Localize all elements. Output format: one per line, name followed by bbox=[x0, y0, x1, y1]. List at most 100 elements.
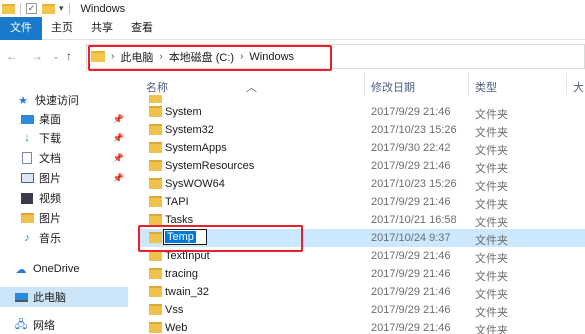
file-type: 文件夹 bbox=[475, 199, 508, 211]
new-folder-icon[interactable] bbox=[42, 3, 55, 14]
address-bar[interactable]: › 此电脑 › 本地磁盘 (C:) › Windows bbox=[86, 44, 585, 69]
up-arrow-icon[interactable]: ↑ bbox=[66, 49, 72, 63]
file-type: 文件夹 bbox=[475, 127, 508, 139]
folder-icon bbox=[149, 322, 162, 333]
list-item[interactable]: TextInput 2017/9/29 21:46 文件夹 bbox=[138, 247, 585, 265]
sidebar-item-label: 此电脑 bbox=[33, 292, 66, 304]
list-item[interactable]: Vss 2017/9/29 21:46 文件夹 bbox=[138, 301, 585, 319]
folder-icon bbox=[2, 3, 15, 14]
pin-icon[interactable]: 📌 bbox=[113, 114, 124, 125]
tab-file[interactable]: 文件 bbox=[0, 16, 42, 40]
file-type: 文件夹 bbox=[475, 271, 508, 283]
list-item[interactable]: SystemResources 2017/9/29 21:46 文件夹 bbox=[138, 157, 585, 175]
folder-icon bbox=[91, 51, 105, 62]
forward-arrow-icon[interactable]: → bbox=[31, 49, 43, 63]
title-bar: ✓ ▾ Windows bbox=[0, 0, 585, 17]
sidebar-item-this-pc[interactable]: 此电脑 bbox=[0, 287, 128, 307]
file-date: 2017/9/29 21:46 bbox=[371, 268, 451, 280]
list-item[interactable]: System 2017/9/29 21:46 文件夹 bbox=[138, 103, 585, 121]
divider bbox=[20, 2, 21, 15]
list-item[interactable]: SysWOW64 2017/10/23 15:26 文件夹 bbox=[138, 175, 585, 193]
sidebar-item-label: OneDrive bbox=[33, 263, 80, 275]
column-header-size[interactable]: 大 bbox=[573, 79, 584, 95]
list-item[interactable]: Web 2017/9/29 21:46 文件夹 bbox=[138, 319, 585, 334]
file-name: SystemApps bbox=[165, 142, 227, 154]
sidebar-item-label: 图片 bbox=[39, 213, 61, 225]
column-header-date[interactable]: 修改日期 bbox=[371, 79, 415, 95]
chevron-right-icon[interactable]: › bbox=[240, 51, 243, 62]
file-date: 2017/9/29 21:46 bbox=[371, 250, 451, 262]
file-name: Tasks bbox=[165, 214, 194, 226]
pin-icon[interactable]: 📌 bbox=[113, 173, 124, 184]
folder-icon bbox=[149, 250, 162, 261]
file-name: SystemResources bbox=[165, 160, 255, 172]
file-type: 文件夹 bbox=[475, 325, 508, 334]
folder-icon bbox=[149, 95, 162, 103]
file-name: System32 bbox=[165, 124, 214, 136]
list-item[interactable]: tracing 2017/9/29 21:46 文件夹 bbox=[138, 265, 585, 283]
file-type: 文件夹 bbox=[475, 163, 508, 175]
quick-access-dropdown-icon[interactable]: ▾ bbox=[59, 3, 64, 14]
video-icon bbox=[20, 192, 34, 204]
network-icon: 🖧 bbox=[14, 318, 28, 331]
list-item[interactable]: System32 2017/10/23 15:26 文件夹 bbox=[138, 121, 585, 139]
sidebar-item-network[interactable]: 🖧 网络 bbox=[14, 315, 152, 334]
folder-icon bbox=[149, 124, 162, 135]
chevron-right-icon[interactable]: › bbox=[159, 51, 162, 62]
sidebar-item-label: 音乐 bbox=[39, 233, 61, 245]
pin-icon[interactable]: 📌 bbox=[113, 133, 124, 144]
tab-view[interactable]: 查看 bbox=[122, 17, 162, 40]
recent-locations-icon[interactable]: ⌄ bbox=[52, 51, 60, 62]
star-icon: ★ bbox=[18, 94, 28, 107]
rename-input-selected-text[interactable]: Temp bbox=[165, 231, 196, 243]
pin-icon[interactable]: 📌 bbox=[113, 153, 124, 164]
column-headers: ︿ 名称 修改日期 类型 大 bbox=[138, 73, 585, 95]
folder-icon bbox=[149, 142, 162, 153]
tab-share[interactable]: 共享 bbox=[82, 17, 122, 40]
chevron-right-icon[interactable]: › bbox=[111, 51, 114, 62]
file-type: 文件夹 bbox=[475, 217, 508, 229]
file-name: TAPI bbox=[165, 196, 189, 208]
file-date: 2017/9/29 21:46 bbox=[371, 106, 451, 118]
file-date: 2017/10/24 9:37 bbox=[371, 232, 451, 244]
breadcrumb-windows[interactable]: Windows bbox=[249, 51, 294, 63]
rename-input[interactable]: Temp bbox=[163, 229, 207, 245]
column-divider[interactable] bbox=[566, 73, 567, 95]
desktop-icon bbox=[20, 113, 34, 125]
list-item[interactable]: SystemApps 2017/9/30 22:42 文件夹 bbox=[138, 139, 585, 157]
navigation-pane: ★ 快速访问 桌面 📌 ↓ 下载 📌 文档 📌 图片 📌 视频 图片 ♪ 音乐 … bbox=[0, 73, 138, 334]
properties-checkbox-icon[interactable]: ✓ bbox=[26, 3, 37, 14]
file-date: 2017/9/29 21:46 bbox=[371, 160, 451, 172]
download-icon: ↓ bbox=[24, 132, 30, 144]
column-divider[interactable] bbox=[364, 73, 365, 95]
sidebar-item-label: 网络 bbox=[33, 320, 55, 332]
sidebar-item-onedrive[interactable]: ☁ OneDrive bbox=[14, 259, 152, 279]
tab-home[interactable]: 主页 bbox=[42, 17, 82, 40]
list-item[interactable]: Tasks 2017/10/21 16:58 文件夹 bbox=[138, 211, 585, 229]
file-name: twain_32 bbox=[165, 286, 210, 298]
file-date: 2017/10/21 16:58 bbox=[371, 214, 457, 226]
ribbon-tabs: 文件 主页 共享 查看 bbox=[0, 16, 585, 40]
divider bbox=[68, 2, 70, 15]
file-date: 2017/9/29 21:46 bbox=[371, 196, 451, 208]
folder-icon bbox=[20, 212, 34, 224]
column-divider[interactable] bbox=[468, 73, 469, 95]
file-name: System bbox=[165, 106, 202, 118]
column-header-name[interactable]: 名称 bbox=[146, 79, 168, 95]
breadcrumb-this-pc[interactable]: 此电脑 bbox=[120, 49, 153, 65]
breadcrumb-local-disk[interactable]: 本地磁盘 (C:) bbox=[169, 49, 234, 65]
file-list: System 2017/9/29 21:46 文件夹 System32 2017… bbox=[138, 95, 585, 334]
folder-icon bbox=[149, 196, 162, 207]
file-type: 文件夹 bbox=[475, 145, 508, 157]
list-item[interactable]: TAPI 2017/9/29 21:46 文件夹 bbox=[138, 193, 585, 211]
file-type: 文件夹 bbox=[475, 289, 508, 301]
list-item[interactable]: twain_32 2017/9/29 21:46 文件夹 bbox=[138, 283, 585, 301]
sidebar-item-label: 视频 bbox=[39, 193, 61, 205]
back-arrow-icon[interactable]: ← bbox=[6, 49, 18, 63]
sidebar-item-quick-access[interactable]: ★ 快速访问 bbox=[16, 90, 154, 110]
sidebar-item-label: 快速访问 bbox=[35, 95, 79, 107]
music-icon: ♪ bbox=[24, 232, 30, 244]
column-header-type[interactable]: 类型 bbox=[475, 79, 497, 95]
navigation-bar: ← → ⌄ ↑ › 此电脑 › 本地磁盘 (C:) › Windows bbox=[0, 40, 585, 73]
file-type: 文件夹 bbox=[475, 253, 508, 265]
